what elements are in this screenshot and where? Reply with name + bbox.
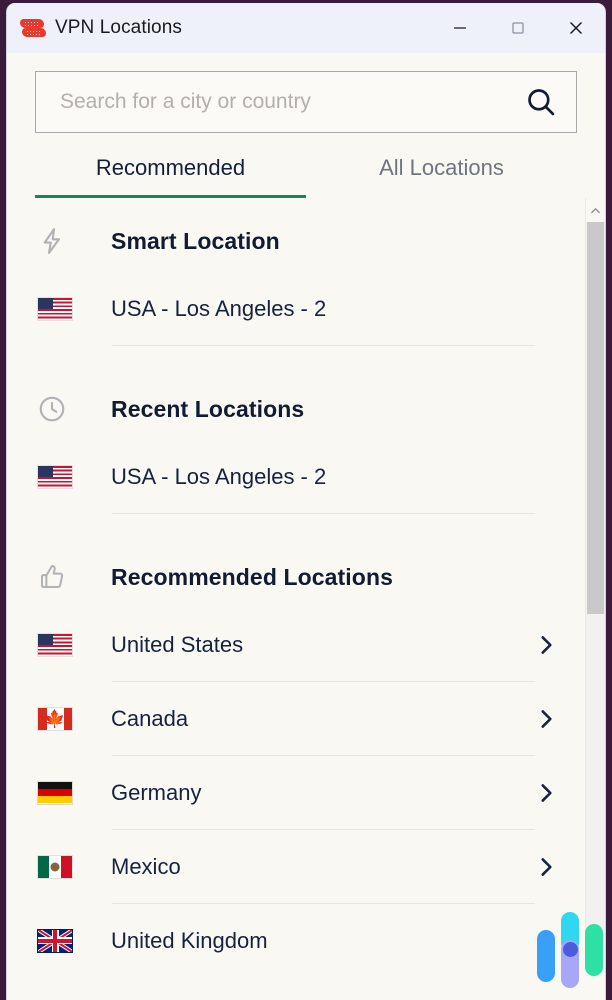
section-header-recommended-locations: Recommended Locations — [7, 546, 585, 608]
maximize-button[interactable] — [489, 3, 547, 53]
maximize-icon — [510, 20, 526, 36]
location-row-recent[interactable]: USA - Los Angeles - 2 — [7, 440, 585, 513]
chevron-right-icon[interactable] — [533, 928, 559, 954]
tab-recommended[interactable]: Recommended — [35, 155, 306, 198]
clock-icon — [37, 394, 77, 424]
location-row-united-kingdom[interactable]: United Kingdom — [7, 904, 585, 960]
chevron-right-icon[interactable] — [533, 854, 559, 880]
location-label: Germany — [111, 780, 533, 806]
location-label: USA - Los Angeles - 2 — [111, 296, 559, 322]
section-header-recent-locations: Recent Locations — [7, 378, 585, 440]
chevron-up-icon — [589, 204, 602, 217]
flag-de-icon — [37, 781, 73, 805]
location-label: United Kingdom — [111, 928, 533, 954]
title-bar: VPN Locations — [7, 3, 605, 53]
location-row-germany[interactable]: Germany — [7, 756, 585, 829]
close-icon — [567, 19, 585, 37]
chevron-right-icon[interactable] — [533, 780, 559, 806]
vpn-locations-window: VPN Locations — [6, 3, 606, 1000]
scroll-up-button[interactable] — [586, 198, 605, 222]
window-controls — [431, 3, 605, 53]
location-row-smart[interactable]: USA - Los Angeles - 2 — [7, 272, 585, 345]
section-title: Recommended Locations — [111, 564, 393, 591]
chevron-down-icon — [589, 942, 602, 955]
section-title: Smart Location — [111, 228, 280, 255]
section-title: Recent Locations — [111, 396, 304, 423]
section-gap — [7, 346, 585, 378]
chevron-right-icon[interactable] — [533, 706, 559, 732]
flag-gb-icon — [37, 929, 73, 953]
chevron-right-icon[interactable] — [533, 632, 559, 658]
location-label: USA - Los Angeles - 2 — [111, 464, 559, 490]
location-row-canada[interactable]: 🍁 Canada — [7, 682, 585, 755]
thumbs-up-icon — [37, 562, 77, 592]
location-label: Canada — [111, 706, 533, 732]
expressvpn-logo-icon — [19, 15, 45, 41]
location-row-mexico[interactable]: Mexico — [7, 830, 585, 903]
section-header-smart-location: Smart Location — [7, 210, 585, 272]
search-bar[interactable] — [35, 71, 577, 133]
flag-us-icon — [37, 633, 73, 657]
minimize-button[interactable] — [431, 3, 489, 53]
search-icon[interactable] — [524, 85, 558, 119]
location-row-united-states[interactable]: United States — [7, 608, 585, 681]
lightning-bolt-icon — [37, 226, 77, 256]
tab-bar: Recommended All Locations — [35, 155, 577, 198]
scrollbar-thumb[interactable] — [587, 222, 604, 614]
location-label: Mexico — [111, 854, 533, 880]
content-area: Smart Location USA - Los Angeles - 2 Re — [7, 198, 605, 960]
scrollbar-track[interactable] — [586, 222, 605, 960]
section-gap — [7, 514, 585, 546]
window-title: VPN Locations — [55, 17, 182, 39]
location-label: United States — [111, 632, 533, 658]
vertical-scrollbar[interactable] — [585, 198, 605, 960]
flag-us-icon — [37, 297, 73, 321]
scroll-down-button[interactable] — [586, 936, 605, 960]
tab-all-locations[interactable]: All Locations — [306, 155, 577, 198]
flag-ca-icon: 🍁 — [37, 707, 73, 731]
flag-mx-icon — [37, 855, 73, 879]
minimize-icon — [452, 20, 468, 36]
close-button[interactable] — [547, 3, 605, 53]
flag-us-icon — [37, 465, 73, 489]
locations-list: Smart Location USA - Los Angeles - 2 Re — [7, 198, 585, 960]
search-input[interactable] — [60, 90, 514, 114]
